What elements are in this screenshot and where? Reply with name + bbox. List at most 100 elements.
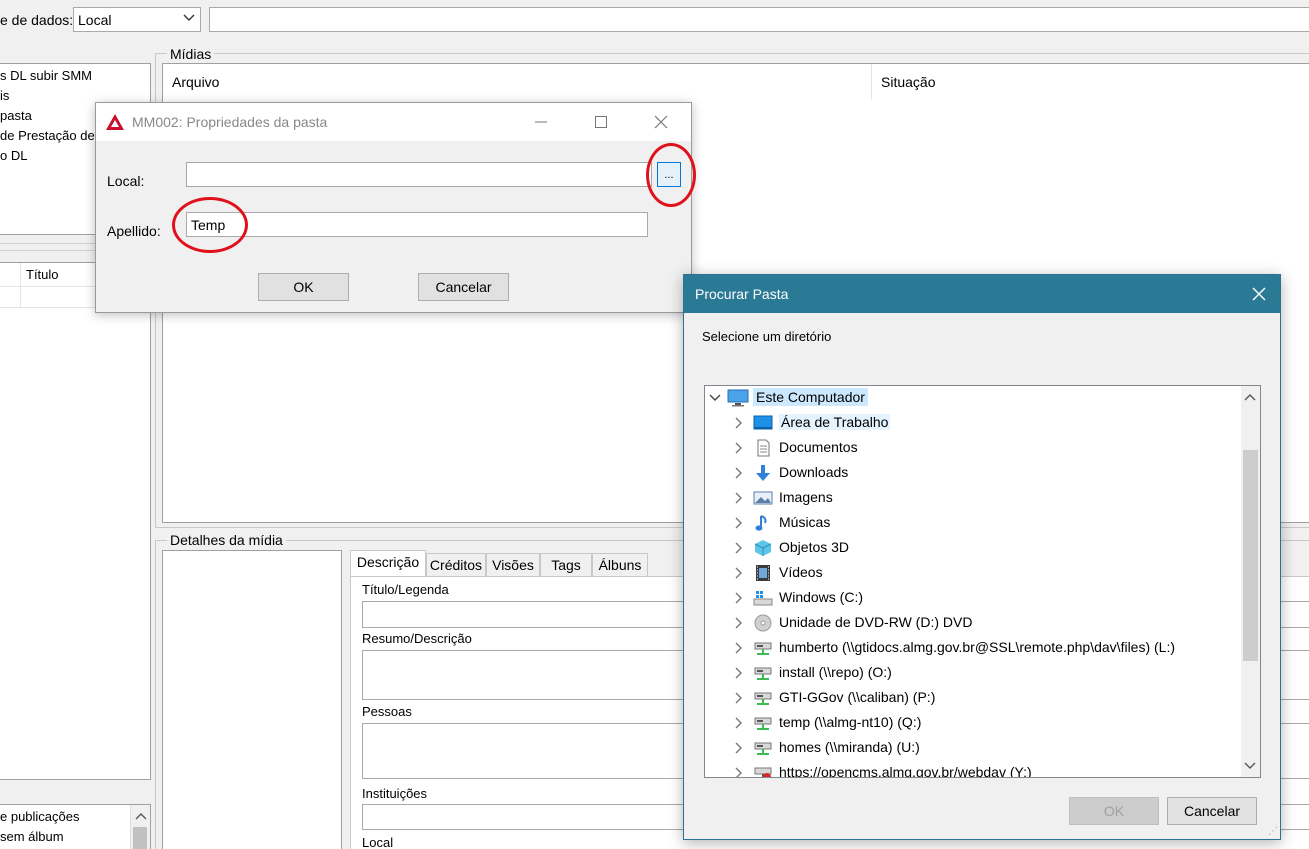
folder-tree[interactable]: Este Computador Área de Trabalho Document… bbox=[704, 385, 1261, 778]
cancel-button[interactable]: Cancelar bbox=[418, 273, 509, 301]
tree-item[interactable]: temp (\\almg-nt10) (Q:) bbox=[705, 711, 1260, 736]
tree-item-label: Downloads bbox=[779, 464, 849, 480]
local-input[interactable] bbox=[186, 162, 652, 187]
objects3d-icon bbox=[753, 539, 773, 557]
windows-drive-icon bbox=[753, 589, 773, 607]
minimize-icon[interactable] bbox=[532, 113, 550, 134]
chevron-right-icon[interactable] bbox=[732, 516, 744, 533]
dialog-title: MM002: Propriedades da pasta bbox=[132, 114, 328, 130]
tree-item[interactable]: https://opencms.almg.gov.br/webdav (Y:) bbox=[705, 761, 1260, 778]
tree-item[interactable]: Imagens bbox=[705, 486, 1260, 511]
tab-visoes[interactable]: Visões bbox=[486, 553, 540, 577]
annotation-circle-browse bbox=[646, 143, 696, 207]
midias-group-label: Mídias bbox=[167, 46, 215, 62]
list-item[interactable]: o DL bbox=[0, 148, 27, 163]
column-header-arquivo[interactable]: Arquivo bbox=[172, 74, 219, 90]
column-header-situacao[interactable]: Situação bbox=[881, 74, 935, 90]
column-header-titulo[interactable]: Título bbox=[26, 267, 59, 282]
chevron-right-icon[interactable] bbox=[732, 541, 744, 558]
chevron-right-icon[interactable] bbox=[732, 441, 744, 458]
media-title-list[interactable]: Título bbox=[0, 262, 151, 780]
network-drive-icon bbox=[753, 714, 773, 732]
pictures-icon bbox=[753, 489, 773, 507]
tree-item[interactable]: homes (\\miranda) (U:) bbox=[705, 736, 1260, 761]
tree-item[interactable]: Documentos bbox=[705, 436, 1260, 461]
browse-dialog-titlebar[interactable]: Procurar Pasta bbox=[684, 275, 1280, 313]
tree-item[interactable]: Vídeos bbox=[705, 561, 1260, 586]
tab-descricao[interactable]: Descrição bbox=[350, 550, 426, 577]
chevron-right-icon[interactable] bbox=[732, 766, 744, 777]
chevron-right-icon[interactable] bbox=[732, 691, 744, 708]
field-label-resumo: Resumo/Descrição bbox=[362, 631, 472, 646]
apellido-label: Apellido: bbox=[107, 223, 161, 239]
ok-button[interactable]: OK bbox=[258, 273, 349, 301]
app-logo-icon bbox=[105, 113, 125, 134]
scrollbar[interactable] bbox=[130, 805, 150, 849]
chevron-right-icon[interactable] bbox=[732, 716, 744, 733]
search-input[interactable] bbox=[209, 7, 1309, 32]
tree-item-label: Windows (C:) bbox=[779, 589, 864, 605]
tree-item-label: install (\\repo) (O:) bbox=[779, 664, 892, 680]
tab-tags[interactable]: Tags bbox=[540, 553, 592, 577]
media-preview bbox=[162, 550, 342, 849]
tree-item[interactable]: Windows (C:) bbox=[705, 586, 1260, 611]
dvd-drive-icon bbox=[753, 614, 773, 632]
scrollbar-thumb[interactable] bbox=[1243, 450, 1258, 661]
videos-icon bbox=[753, 564, 773, 582]
chevron-right-icon[interactable] bbox=[732, 741, 744, 758]
chevron-up-icon[interactable] bbox=[1241, 390, 1259, 404]
list-item[interactable]: is bbox=[0, 88, 9, 103]
apellido-input[interactable]: Temp bbox=[186, 212, 648, 237]
chevron-right-icon[interactable] bbox=[732, 566, 744, 583]
list-item[interactable]: e publicações bbox=[0, 809, 80, 824]
browse-prompt: Selecione um diretório bbox=[702, 329, 832, 344]
tree-item-label: Unidade de DVD-RW (D:) DVD bbox=[779, 614, 973, 630]
field-label-titulo: Título/Legenda bbox=[362, 582, 449, 597]
chevron-up-icon[interactable] bbox=[132, 809, 150, 823]
album-list[interactable]: e publicações sem álbum bbox=[0, 804, 151, 849]
chevron-right-icon[interactable] bbox=[732, 616, 744, 633]
tab-creditos[interactable]: Créditos bbox=[426, 553, 486, 577]
browse-cancel-button[interactable]: Cancelar bbox=[1167, 797, 1257, 825]
local-label: Local: bbox=[107, 173, 145, 189]
chevron-right-icon[interactable] bbox=[732, 666, 744, 683]
tree-item-label: homes (\\miranda) (U:) bbox=[779, 739, 920, 755]
tree-scrollbar[interactable] bbox=[1241, 386, 1260, 777]
list-item[interactable]: pasta bbox=[0, 108, 32, 123]
chevron-right-icon[interactable] bbox=[732, 641, 744, 658]
browse-ok-button[interactable]: OK bbox=[1069, 797, 1159, 825]
dialog-titlebar[interactable]: MM002: Propriedades da pasta bbox=[96, 103, 691, 141]
tree-item[interactable]: humberto (\\gtidocs.almg.gov.br@SSL\remo… bbox=[705, 636, 1260, 661]
tree-item-label: humberto (\\gtidocs.almg.gov.br@SSL\remo… bbox=[779, 639, 1176, 655]
field-label-pessoas: Pessoas bbox=[362, 704, 412, 719]
list-item[interactable]: de Prestação de bbox=[0, 128, 95, 143]
tree-item[interactable]: Músicas bbox=[705, 511, 1260, 536]
list-item[interactable]: sem álbum bbox=[0, 829, 64, 844]
tree-item-label: Vídeos bbox=[779, 564, 823, 580]
close-icon[interactable] bbox=[652, 113, 670, 134]
chevron-down-icon[interactable] bbox=[1241, 759, 1259, 773]
tab-albuns[interactable]: Álbuns bbox=[592, 553, 648, 577]
tree-item[interactable]: GTI-GGov (\\caliban) (P:) bbox=[705, 686, 1260, 711]
maximize-icon[interactable] bbox=[592, 113, 610, 134]
chevron-down-icon[interactable] bbox=[708, 391, 722, 408]
field-label-local: Local bbox=[362, 835, 394, 849]
data-source-select[interactable]: Local bbox=[73, 7, 201, 32]
chevron-right-icon[interactable] bbox=[732, 416, 744, 433]
tree-item[interactable]: Downloads bbox=[705, 461, 1260, 486]
list-item[interactable]: s DL subir SMM bbox=[0, 68, 92, 83]
chevron-right-icon[interactable] bbox=[732, 491, 744, 508]
tree-item[interactable]: install (\\repo) (O:) bbox=[705, 661, 1260, 686]
chevron-right-icon[interactable] bbox=[732, 591, 744, 608]
network-drive-disconnected-icon bbox=[753, 764, 773, 777]
tree-item[interactable]: Unidade de DVD-RW (D:) DVD bbox=[705, 611, 1260, 636]
close-icon[interactable] bbox=[1250, 285, 1268, 306]
documents-icon bbox=[753, 439, 773, 457]
tree-item[interactable]: Área de Trabalho bbox=[705, 411, 1260, 436]
chevron-right-icon[interactable] bbox=[732, 466, 744, 483]
tree-item-root[interactable]: Este Computador bbox=[705, 386, 1260, 411]
desktop-icon bbox=[753, 414, 773, 432]
resize-grip-icon[interactable]: ⋰ bbox=[1268, 826, 1278, 837]
tree-item[interactable]: Objetos 3D bbox=[705, 536, 1260, 561]
tree-item-label: https://opencms.almg.gov.br/webdav (Y:) bbox=[779, 764, 1032, 778]
